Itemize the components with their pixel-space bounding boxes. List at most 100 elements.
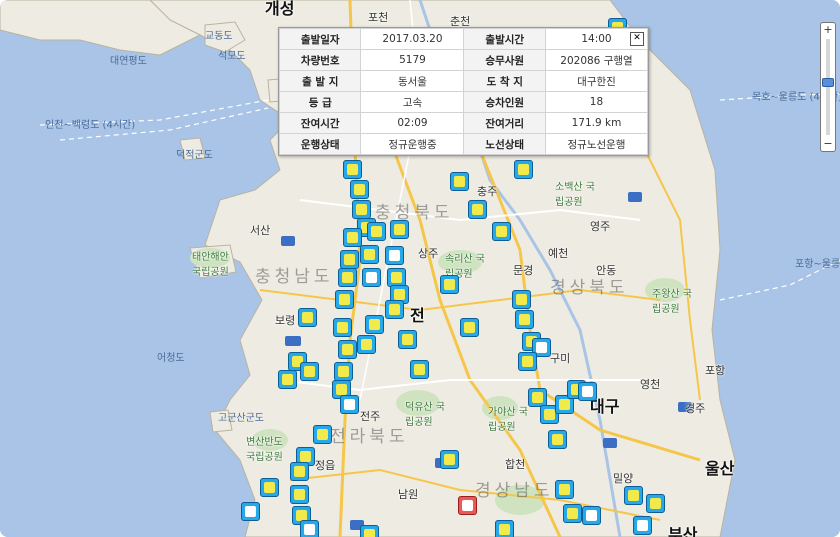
- bus-marker[interactable]: [563, 504, 582, 523]
- bus-marker[interactable]: [460, 318, 479, 337]
- city-label-cheongju: 상주: [418, 247, 439, 260]
- bus-marker[interactable]: [515, 310, 534, 329]
- bus-marker[interactable]: [578, 382, 597, 401]
- info-label: 승무사원: [463, 49, 546, 71]
- bus-marker[interactable]: [495, 520, 514, 537]
- bus-marker[interactable]: [360, 245, 379, 264]
- bus-marker[interactable]: [385, 300, 404, 319]
- bus-marker[interactable]: [646, 494, 665, 513]
- bus-marker[interactable]: [357, 335, 376, 354]
- city-label-busan: 부산: [668, 525, 698, 537]
- bus-marker-selected[interactable]: [458, 496, 477, 515]
- bus-marker[interactable]: [582, 506, 601, 525]
- bus-marker[interactable]: [340, 250, 359, 269]
- bus-marker[interactable]: [367, 222, 386, 241]
- bus-marker[interactable]: [340, 395, 359, 414]
- sea-label-seongmo: 석모도: [218, 51, 246, 62]
- park-label-gayasan: 가야산 국립공원: [488, 407, 528, 433]
- bus-marker[interactable]: [290, 485, 309, 504]
- bus-marker[interactable]: [365, 315, 384, 334]
- city-label-gumi: 구미: [550, 352, 571, 365]
- region-label-gyeongnam: 경상남도: [475, 481, 554, 501]
- bus-marker[interactable]: [548, 430, 567, 449]
- park-label-sobaeksan: 소백산 국립공원: [555, 182, 595, 208]
- zoom-in-button[interactable]: +: [821, 23, 835, 37]
- bus-marker[interactable]: [300, 520, 319, 537]
- bus-marker[interactable]: [343, 160, 362, 179]
- info-value: 정규노선운행: [544, 133, 649, 155]
- bus-marker[interactable]: [278, 370, 297, 389]
- bus-marker[interactable]: [514, 160, 533, 179]
- bus-marker[interactable]: [450, 172, 469, 191]
- city-label-miryang: 밀양: [613, 472, 634, 485]
- info-label: 등 급: [278, 91, 362, 113]
- info-value: 대구한진: [544, 70, 649, 92]
- bus-marker[interactable]: [410, 360, 429, 379]
- info-row-vehicle-number: 차량번호 5179 승무사원 202086 구행열: [278, 49, 649, 71]
- bus-marker[interactable]: [492, 222, 511, 241]
- park-label-byeonsan: 변산반도 국립공원: [246, 437, 283, 463]
- bus-marker[interactable]: [385, 246, 404, 265]
- bus-marker[interactable]: [360, 525, 379, 537]
- bus-marker[interactable]: [313, 425, 332, 444]
- sea-label-ferry-baengnyeong: 인천~백령도 (4시간): [45, 120, 136, 131]
- info-value: 202086 구행열: [544, 49, 649, 71]
- city-label-gyeongju: 경주: [685, 402, 706, 415]
- sea-label-gyodong: 교동도: [205, 31, 233, 42]
- bus-marker[interactable]: [440, 275, 459, 294]
- info-value: 정규운행중: [360, 133, 465, 155]
- info-label: 출발일자: [278, 28, 362, 50]
- bus-marker[interactable]: [555, 480, 574, 499]
- bus-marker[interactable]: [290, 462, 309, 481]
- bus-marker[interactable]: [338, 340, 357, 359]
- city-label-yecheon: 예천: [548, 247, 569, 260]
- bus-marker[interactable]: [260, 478, 279, 497]
- sea-label-eocheongdo: 어청도: [157, 353, 185, 364]
- bus-marker[interactable]: [338, 268, 357, 287]
- bus-marker[interactable]: [624, 486, 643, 505]
- park-label-juwangsan: 주왕산 국립공원: [652, 289, 692, 315]
- bus-marker[interactable]: [362, 268, 381, 287]
- bus-marker[interactable]: [352, 200, 371, 219]
- city-label-yeongcheon: 영천: [640, 378, 661, 391]
- zoom-control: + −: [820, 22, 836, 152]
- bus-marker[interactable]: [333, 318, 352, 337]
- bus-marker[interactable]: [512, 290, 531, 309]
- bus-marker[interactable]: [468, 200, 487, 219]
- bus-marker[interactable]: [335, 290, 354, 309]
- region-label-jeonbuk: 전라북도: [330, 427, 409, 447]
- bus-marker[interactable]: [343, 228, 362, 247]
- region-label-gyeongbuk: 경상북도: [550, 278, 629, 298]
- bus-marker[interactable]: [241, 502, 260, 521]
- park-label-taean: 태안해안 국립공원: [192, 252, 229, 278]
- bus-marker[interactable]: [398, 330, 417, 349]
- info-label: 출발시간: [463, 28, 546, 50]
- info-row-operation-status: 운행상태 정규운행중 노선상태 정규노선운행: [278, 133, 649, 155]
- info-label: 승차인원: [463, 91, 546, 113]
- info-value: 동서울: [360, 70, 465, 92]
- bus-info-table: 출발일자 2017.03.20 출발시간 14:00 차량번호 5179 승무사원 20208…: [278, 28, 649, 155]
- info-label: 잔여시간: [278, 112, 362, 134]
- info-row-departure-date: 출발일자 2017.03.20 출발시간 14:00: [278, 28, 649, 50]
- bus-marker[interactable]: [440, 450, 459, 469]
- city-label-namwon: 남원: [398, 488, 419, 501]
- info-label: 노선상태: [463, 133, 546, 155]
- info-label: 차량번호: [278, 49, 362, 71]
- bus-marker[interactable]: [633, 516, 652, 535]
- city-label-ulsan: 울산: [705, 459, 735, 478]
- park-label-deogyusan: 덕유산 국립공원: [405, 402, 445, 428]
- city-label-boryeong: 보령: [275, 314, 296, 327]
- bus-marker[interactable]: [298, 308, 317, 327]
- info-value: 18: [544, 91, 649, 113]
- close-icon[interactable]: ✕: [630, 32, 644, 46]
- zoom-slider-handle[interactable]: [822, 78, 834, 88]
- zoom-out-button[interactable]: −: [821, 137, 835, 151]
- map-canvas[interactable]: 개성 포천 춘천 홍천 충주 영주 안동 예천 문경 상주 서산 보령 전 구미…: [0, 0, 840, 537]
- bus-marker[interactable]: [350, 180, 369, 199]
- info-value: 2017.03.20: [360, 28, 465, 50]
- info-value: 02:09: [360, 112, 465, 134]
- bus-marker[interactable]: [518, 352, 537, 371]
- bus-marker[interactable]: [334, 362, 353, 381]
- bus-marker[interactable]: [390, 220, 409, 239]
- bus-marker[interactable]: [300, 362, 319, 381]
